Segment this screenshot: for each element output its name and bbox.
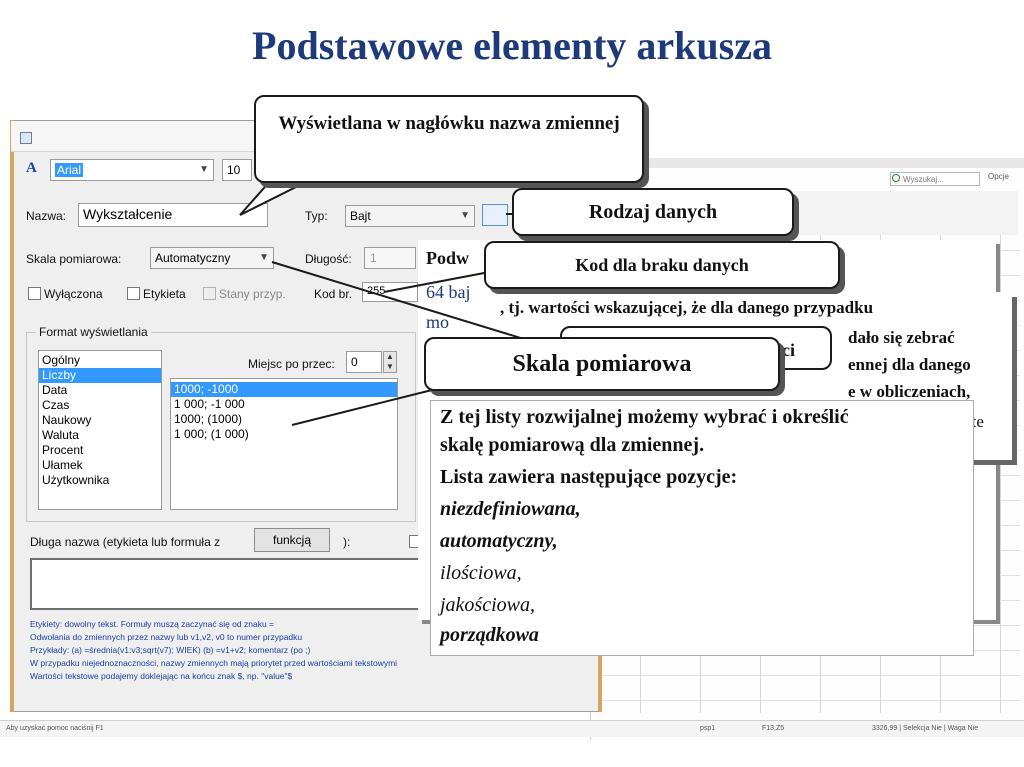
callout-kod: Kod dla braku danych bbox=[484, 241, 840, 289]
callout-skala: Skala pomiarowa bbox=[424, 337, 780, 391]
callout-naglowek: Wyświetlana w nagłówku nazwa zmiennej bbox=[254, 95, 644, 183]
pointer-skala-2 bbox=[291, 387, 441, 426]
pointer-kod bbox=[383, 269, 501, 293]
callout-rodzaj: Rodzaj danych bbox=[512, 188, 794, 236]
